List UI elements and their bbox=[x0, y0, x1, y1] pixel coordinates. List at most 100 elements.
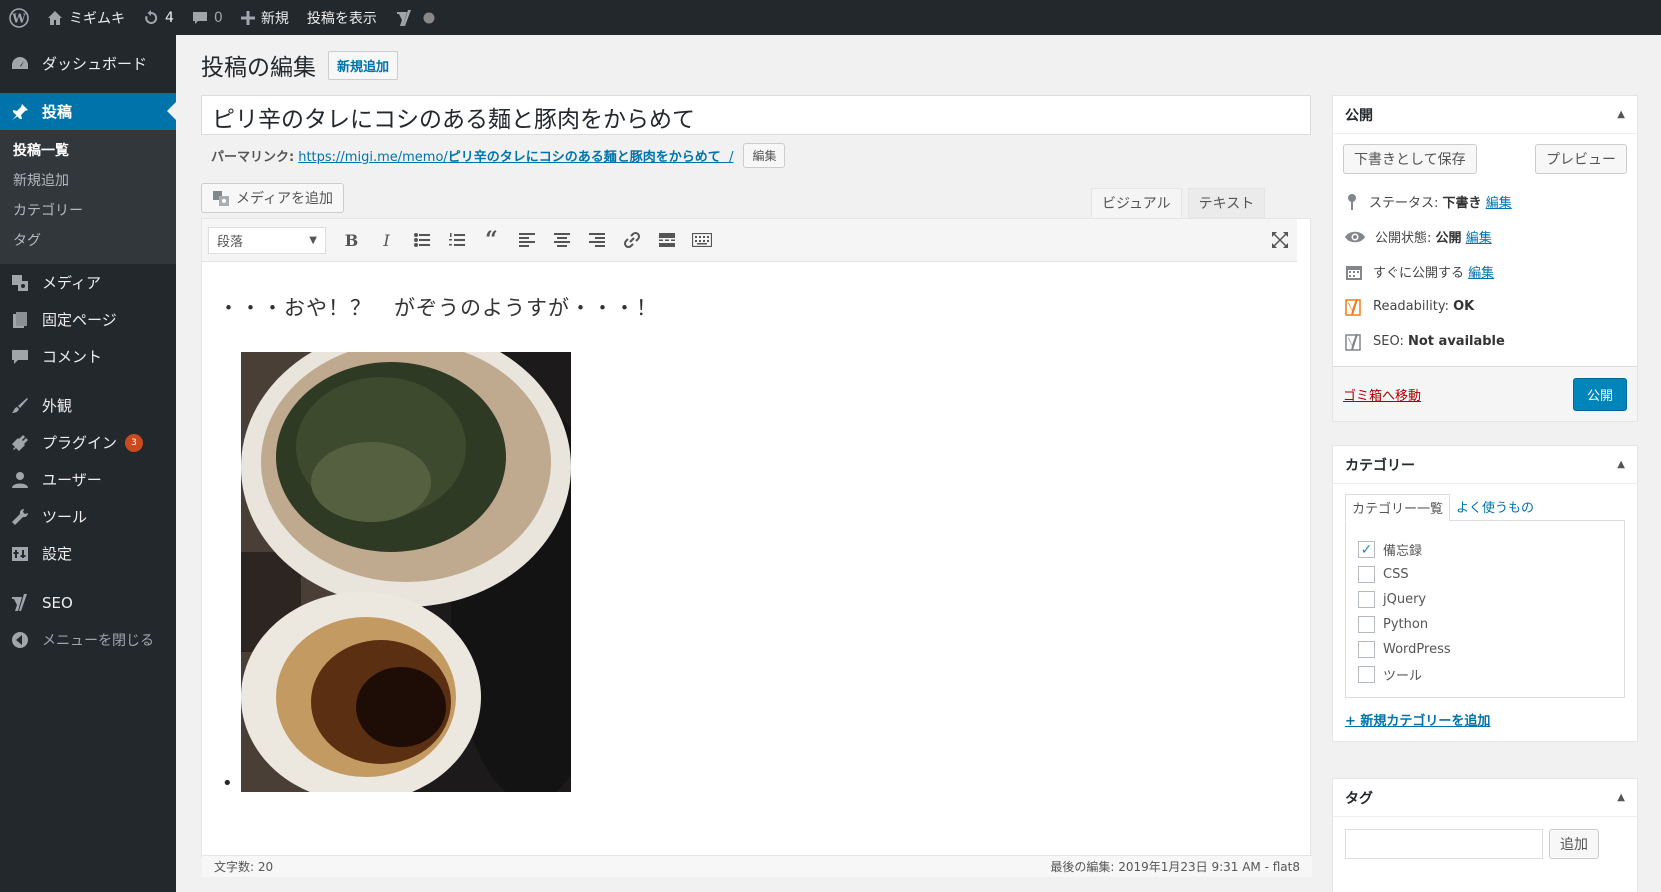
format-select[interactable]: 段落 ▼ bbox=[208, 226, 326, 254]
wordpress-logo[interactable]: W bbox=[0, 0, 38, 35]
checkbox[interactable] bbox=[1358, 591, 1375, 608]
visibility-value: 公開 bbox=[1435, 231, 1462, 246]
publish-button[interactable]: 公開 bbox=[1572, 377, 1627, 411]
tags-box-header[interactable]: タグ ▲ bbox=[1333, 779, 1637, 817]
category-item[interactable]: ✓ 備忘録 bbox=[1358, 537, 1612, 562]
edit-schedule-link[interactable]: 編集 bbox=[1468, 266, 1494, 281]
fullscreen-button[interactable] bbox=[1262, 225, 1297, 255]
align-left-button[interactable] bbox=[509, 225, 544, 255]
menu-pages[interactable]: 固定ページ bbox=[0, 301, 176, 338]
post-title-input[interactable]: ピリ辛のタレにコシのある麺と豚肉をからめて bbox=[201, 95, 1311, 135]
align-center-button[interactable] bbox=[544, 225, 579, 255]
view-post-link[interactable]: 投稿を表示 bbox=[298, 0, 386, 35]
tab-visual[interactable]: ビジュアル bbox=[1091, 188, 1182, 218]
menu-plugins[interactable]: プラグイン 3 bbox=[0, 424, 176, 461]
menu-label: ツール bbox=[42, 508, 88, 526]
categories-box-header[interactable]: カテゴリー ▲ bbox=[1333, 446, 1637, 484]
comments-link[interactable]: 0 bbox=[183, 0, 232, 35]
pin-icon bbox=[12, 103, 28, 120]
wrench-icon bbox=[12, 508, 29, 525]
tab-most-used[interactable]: よく使うもの bbox=[1450, 494, 1540, 521]
add-tag-button[interactable]: 追加 bbox=[1549, 829, 1599, 859]
plugin-icon bbox=[12, 434, 28, 451]
edit-visibility-link[interactable]: 編集 bbox=[1466, 231, 1492, 246]
category-item[interactable]: CSS bbox=[1358, 562, 1612, 587]
checkbox-checked[interactable]: ✓ bbox=[1358, 541, 1375, 558]
food-photo[interactable] bbox=[240, 352, 571, 792]
category-item[interactable]: ツール bbox=[1358, 662, 1612, 687]
category-item[interactable]: WordPress bbox=[1358, 637, 1612, 662]
edit-slug-button[interactable]: 編集 bbox=[743, 143, 786, 168]
preview-button[interactable]: プレビュー bbox=[1535, 144, 1627, 174]
link-icon bbox=[623, 231, 640, 249]
category-label: ツール bbox=[1383, 669, 1423, 684]
food-photo-image bbox=[240, 352, 571, 792]
collapse-icon bbox=[12, 631, 28, 648]
add-new-category-link[interactable]: + 新規カテゴリーを追加 bbox=[1333, 698, 1637, 741]
menu-comments[interactable]: コメント bbox=[0, 338, 176, 375]
edit-status-link[interactable]: 編集 bbox=[1486, 196, 1512, 211]
menu-dashboard[interactable]: ダッシュボード bbox=[0, 45, 176, 82]
save-draft-button[interactable]: 下書きとして保存 bbox=[1343, 144, 1477, 174]
page-icon bbox=[13, 311, 27, 328]
category-item[interactable]: Python bbox=[1358, 612, 1612, 637]
checkbox[interactable] bbox=[1358, 666, 1375, 683]
category-item[interactable]: jQuery bbox=[1358, 587, 1612, 612]
checkbox[interactable] bbox=[1358, 566, 1375, 583]
category-label: CSS bbox=[1383, 567, 1409, 582]
bold-button[interactable]: B bbox=[334, 225, 369, 255]
category-tabs: カテゴリー一覧 よく使うもの bbox=[1333, 484, 1637, 521]
tab-all-categories[interactable]: カテゴリー一覧 bbox=[1345, 494, 1451, 521]
checkbox[interactable] bbox=[1358, 641, 1375, 658]
publish-box-header[interactable]: 公開 ▲ bbox=[1333, 96, 1637, 134]
seo-status-dot-icon bbox=[423, 12, 435, 23]
list-bullet: • bbox=[222, 773, 233, 794]
toolbar-toggle-button[interactable] bbox=[684, 225, 719, 255]
submenu-categories[interactable]: カテゴリー bbox=[0, 196, 176, 226]
yoast-icon bbox=[12, 593, 27, 611]
updates-link[interactable]: 4 bbox=[134, 0, 183, 35]
add-new-post-button[interactable]: 新規追加 bbox=[328, 50, 399, 80]
tab-text[interactable]: テキスト bbox=[1187, 188, 1266, 218]
italic-button[interactable]: I bbox=[369, 225, 404, 255]
align-right-button[interactable] bbox=[579, 225, 614, 255]
numbered-list-button[interactable] bbox=[439, 225, 474, 255]
blockquote-button[interactable]: “ bbox=[474, 225, 509, 255]
menu-settings[interactable]: 設定 bbox=[0, 535, 176, 572]
menu-seo[interactable]: SEO bbox=[0, 584, 176, 621]
submenu-tags[interactable]: タグ bbox=[0, 226, 176, 256]
menu-collapse[interactable]: メニューを閉じる bbox=[0, 621, 176, 658]
yoast-menu[interactable] bbox=[386, 0, 444, 35]
tag-input[interactable] bbox=[1345, 829, 1543, 859]
menu-label: ユーザー bbox=[42, 471, 102, 489]
submenu-add-new[interactable]: 新規追加 bbox=[0, 166, 176, 196]
add-media-label: メディアを追加 bbox=[236, 191, 334, 207]
checkbox[interactable] bbox=[1358, 616, 1375, 633]
menu-tools[interactable]: ツール bbox=[0, 498, 176, 535]
submenu-all-posts[interactable]: 投稿一覧 bbox=[0, 136, 176, 166]
collapse-arrow-icon[interactable]: ▲ bbox=[1617, 459, 1625, 470]
add-media-button[interactable]: メディアを追加 bbox=[201, 183, 345, 213]
collapse-arrow-icon[interactable]: ▲ bbox=[1617, 109, 1625, 120]
eye-icon bbox=[1345, 231, 1365, 242]
collapse-arrow-icon[interactable]: ▲ bbox=[1617, 792, 1625, 803]
menu-label: 設定 bbox=[42, 545, 73, 563]
new-content-link[interactable]: 新規 bbox=[232, 0, 298, 35]
updates-count: 4 bbox=[165, 9, 174, 26]
bullet-list-button[interactable] bbox=[404, 225, 439, 255]
post-editor: 段落 ▼ B I “ ・・・おや！？ がぞうのようすが・・・！ • 文字数: 2… bbox=[201, 218, 1312, 877]
editor-content[interactable]: ・・・おや！？ がぞうのようすが・・・！ bbox=[218, 292, 1298, 322]
permalink-link[interactable]: https://migi.me/memo/ピリ辛のタレにコシのある麺と豚肉をから… bbox=[298, 146, 733, 165]
insert-link-button[interactable] bbox=[614, 225, 649, 255]
move-to-trash-link[interactable]: ゴミ箱へ移動 bbox=[1343, 385, 1421, 404]
align-right-icon bbox=[588, 233, 605, 247]
read-more-button[interactable] bbox=[649, 225, 684, 255]
calendar-icon bbox=[1346, 265, 1362, 280]
schedule-label: すぐに公開する bbox=[1373, 266, 1465, 281]
site-name-link[interactable]: ミギムキ bbox=[38, 0, 134, 35]
menu-posts[interactable]: 投稿 bbox=[0, 93, 176, 130]
menu-appearance[interactable]: 外観 bbox=[0, 387, 176, 424]
menu-media[interactable]: メディア bbox=[0, 264, 176, 301]
category-label: 備忘録 bbox=[1383, 544, 1423, 559]
menu-users[interactable]: ユーザー bbox=[0, 461, 176, 498]
